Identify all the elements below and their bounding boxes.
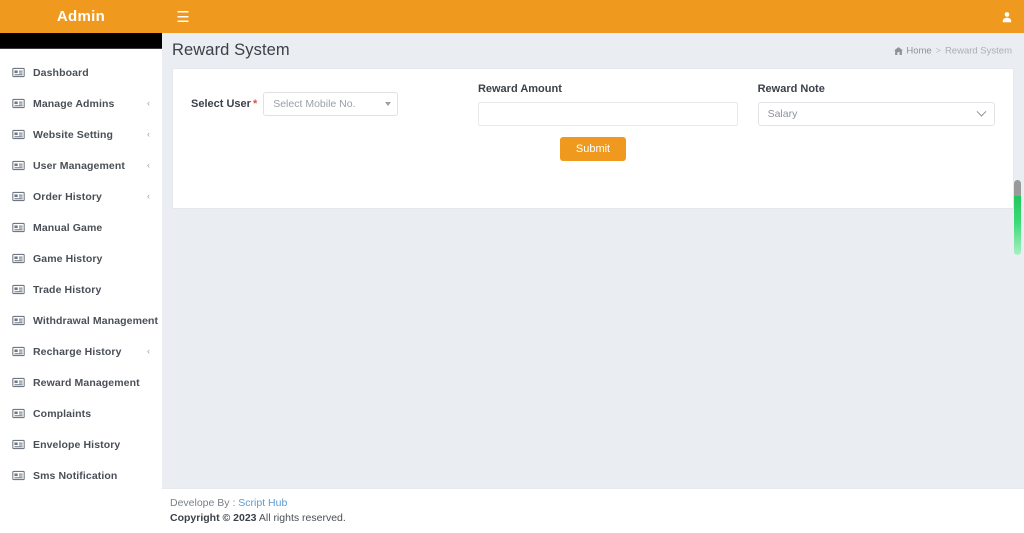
sidebar-top-band [0,33,162,49]
select-user-dropdown[interactable]: Select Mobile No. [263,92,399,116]
reward-note-label: Reward Note [757,83,825,95]
sidebar-item-label: Trade History [33,283,102,296]
sidebar-item-complaints[interactable]: Complaints [0,398,162,429]
reward-note-select[interactable]: Salary [757,102,995,126]
footer-developed-by-prefix: Develope By : [170,497,239,509]
footer-developer-link[interactable]: Script Hub [238,497,287,509]
submit-button[interactable]: Submit [559,137,627,161]
window-icon [10,158,26,174]
window-icon [10,375,26,391]
sidebar-item-website-setting[interactable]: Website Setting ‹ [0,119,162,150]
footer-copyright-bold: Copyright © 2023 [170,512,257,524]
sidebar-item-label: Complaints [33,407,92,420]
select-user-label: Select User * [191,98,258,110]
sidebar-item-manual-game[interactable]: Manual Game [0,212,162,243]
window-icon [10,282,26,298]
sidebar-item-label: Manage Admins [33,97,115,110]
reward-note-selected-value: Salary [767,108,798,120]
chevron-left-icon[interactable]: ‹ [147,99,150,108]
window-icon [10,344,26,360]
sidebar-item-order-history[interactable]: Order History ‹ [0,181,162,212]
sidebar-item-label: Envelope History [33,438,121,451]
user-icon[interactable] [990,0,1024,33]
sidebar-item-manage-admins[interactable]: Manage Admins ‹ [0,88,162,119]
breadcrumb-home-label: Home [906,45,932,56]
sidebar-item-user-management[interactable]: User Management ‹ [0,150,162,181]
admin-app: Admin ☰ Dashboard Manage Admins ‹ Website S… [0,0,1024,533]
select-user-group: Select User * Select Mobile No. [191,83,460,116]
sidebar-item-label: Recharge History [33,345,122,358]
sidebar-item-dashboard[interactable]: Dashboard [0,57,162,88]
sidebar-item-label: User Management [33,159,125,172]
sidebar-item-game-history[interactable]: Game History [0,243,162,274]
sidebar-item-label: Manual Game [33,221,103,234]
window-icon [10,406,26,422]
select-user-placeholder: Select Mobile No. [273,98,356,110]
window-icon [10,220,26,236]
hamburger-icon[interactable]: ☰ [170,0,196,33]
reward-amount-group: Reward Amount [477,83,738,126]
window-icon [10,437,26,453]
chevron-left-icon[interactable]: ‹ [147,347,150,356]
submit-row: Submit [173,137,1013,161]
chevron-left-icon[interactable]: ‹ [147,316,150,325]
footer-copyright-rest: All rights reserved. [256,512,346,524]
content-area: Reward System Home > Reward System Selec… [162,33,1024,533]
sidebar-item-label: Reward Management [33,376,140,389]
window-icon [10,468,26,484]
chevron-down-icon [385,102,392,106]
chevron-left-icon[interactable]: ‹ [147,192,150,201]
sidebar-item-trade-history[interactable]: Trade History [0,274,162,305]
sidebar-item-withdrawal-management[interactable]: Withdrawal Management ‹ [0,305,162,336]
breadcrumb-current: Reward System [944,45,1012,56]
breadcrumb: Home > Reward System [894,45,1012,56]
top-navbar: Admin ☰ [0,0,1024,33]
sidebar-item-recharge-history[interactable]: Recharge History ‹ [0,336,162,367]
window-icon [10,127,26,143]
sidebar-item-label: Order History [33,190,102,203]
window-icon [10,96,26,112]
footer-copyright-line: Copyright © 2023 All rights reserved. [170,512,1024,524]
sidebar-item-label: Withdrawal Management [33,314,159,327]
window-icon [10,65,26,81]
reward-note-group: Reward Note Salary [757,83,995,126]
page-title: Reward System [172,41,290,59]
sidebar-item-label: Sms Notification [33,469,118,482]
breadcrumb-separator: > [935,45,941,56]
sidebar-item-envelope-history[interactable]: Envelope History [0,429,162,460]
chevron-left-icon[interactable]: ‹ [147,161,150,170]
reward-form-card: Select User * Select Mobile No. Reward Am… [172,68,1014,209]
sidebar-item-label: Game History [33,252,103,265]
required-marker: * [252,98,258,110]
sidebar-item-sms-notification[interactable]: Sms Notification [0,460,162,491]
reward-amount-label: Reward Amount [477,83,562,95]
home-icon [894,46,904,55]
footer: Develope By : Script Hub Copyright © 202… [162,488,1024,533]
sidebar-item-label: Website Setting [33,128,114,141]
window-icon [10,251,26,267]
sidebar-nav: Dashboard Manage Admins ‹ Website Setting ‹ U… [0,49,162,491]
reward-amount-input[interactable] [477,102,738,126]
window-icon [10,313,26,329]
content-scrollbar[interactable] [1014,180,1021,255]
form-row: Select User * Select Mobile No. Reward Am… [173,69,1013,126]
content-header: Reward System Home > Reward System [162,33,1024,68]
scrollbar-thumb-green[interactable] [1014,196,1021,255]
window-icon [10,189,26,205]
scrollbar-thumb-gray[interactable] [1014,180,1021,196]
breadcrumb-home-link[interactable]: Home [894,45,932,56]
sidebar-item-label: Dashboard [33,66,89,79]
chevron-down-icon [976,106,987,117]
sidebar-item-reward-management[interactable]: Reward Management [0,367,162,398]
sidebar: Dashboard Manage Admins ‹ Website Setting ‹ U… [0,33,162,533]
chevron-left-icon[interactable]: ‹ [147,130,150,139]
brand-logo[interactable]: Admin [0,0,162,33]
footer-developer-line: Develope By : Script Hub [170,497,1024,509]
